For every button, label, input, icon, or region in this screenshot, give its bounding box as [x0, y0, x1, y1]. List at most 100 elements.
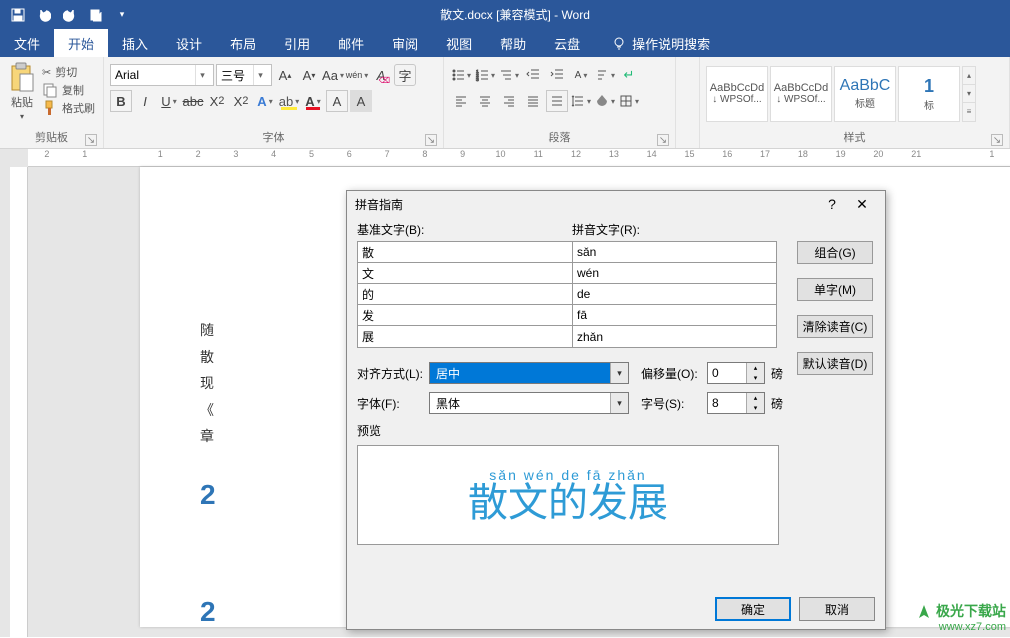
highlight-button[interactable]: ab: [278, 90, 300, 112]
align-right-button[interactable]: [498, 90, 520, 112]
clipboard-launcher-icon[interactable]: ↘: [85, 134, 97, 146]
bold-button[interactable]: B: [110, 90, 132, 112]
tab-home[interactable]: 开始: [54, 29, 108, 57]
phonetic-guide-button[interactable]: wén: [346, 64, 368, 86]
clear-format-button[interactable]: A⌫: [370, 64, 392, 86]
show-marks-button[interactable]: ↵: [618, 64, 640, 86]
ruler-vertical[interactable]: [10, 167, 28, 637]
ruby-cell[interactable]: wén: [573, 263, 776, 284]
single-button[interactable]: 单字(M): [797, 278, 873, 301]
align-justify-button[interactable]: [522, 90, 544, 112]
redo-icon[interactable]: [58, 3, 82, 27]
style-item[interactable]: AaBbC标题: [834, 66, 896, 122]
style-item[interactable]: AaBbCcDd↓ WPSOf...: [706, 66, 768, 122]
paste-button[interactable]: 粘贴 ▾: [6, 60, 38, 127]
ruby-cell[interactable]: sǎn: [573, 242, 776, 263]
strike-button[interactable]: abc: [182, 90, 204, 112]
offset-spinner[interactable]: ▴▾: [707, 362, 765, 384]
text-direction-button[interactable]: A: [570, 64, 592, 86]
tab-insert[interactable]: 插入: [108, 29, 162, 57]
base-cell[interactable]: 的: [358, 284, 573, 305]
tab-help[interactable]: 帮助: [486, 29, 540, 57]
align-distribute-button[interactable]: [546, 90, 568, 112]
char-border-button[interactable]: A: [326, 90, 348, 112]
cut-button[interactable]: ✂剪切: [42, 64, 95, 80]
group-paragraph: 123 A ↵ 段落↘: [444, 57, 676, 148]
ruler-horizontal[interactable]: 2112345678910111213141516171819202112345…: [28, 149, 1010, 167]
subscript-button[interactable]: X2: [206, 90, 228, 112]
text-effect-button[interactable]: A: [254, 90, 276, 112]
base-cell[interactable]: 文: [358, 263, 573, 284]
cancel-button[interactable]: 取消: [799, 597, 875, 621]
font-combo[interactable]: 黑体▾: [429, 392, 629, 414]
style-item[interactable]: 1标: [898, 66, 960, 122]
ruby-cell[interactable]: fā: [573, 305, 776, 326]
tab-review[interactable]: 审阅: [378, 29, 432, 57]
phonetic-guide-dialog: 拼音指南 ? ✕ 基准文字(B): 拼音文字(R): 散sǎn 文wén 的de…: [346, 190, 886, 630]
superscript-button[interactable]: X2: [230, 90, 252, 112]
align-combo[interactable]: 居中▾: [429, 362, 629, 384]
align-left-button[interactable]: [450, 90, 472, 112]
tell-me-search[interactable]: 操作说明搜索: [598, 29, 724, 57]
align-center-button[interactable]: [474, 90, 496, 112]
sort-button[interactable]: [594, 64, 616, 86]
styles-launcher-icon[interactable]: ↘: [991, 134, 1003, 146]
format-painter-button[interactable]: 格式刷: [42, 100, 95, 116]
style-gallery-spinner[interactable]: ▴▾≡: [962, 66, 976, 122]
brush-icon: [42, 100, 58, 116]
phonetic-table: 散sǎn 文wén 的de 发fā 展zhǎn: [357, 241, 777, 348]
qa-dropdown-icon[interactable]: ▾: [110, 3, 134, 27]
italic-button[interactable]: I: [134, 90, 156, 112]
shading-button[interactable]: [594, 90, 616, 112]
font-launcher-icon[interactable]: ↘: [425, 134, 437, 146]
copy-button[interactable]: 复制: [42, 82, 95, 98]
size-spinner[interactable]: ▴▾: [707, 392, 765, 414]
ruby-cell[interactable]: de: [573, 284, 776, 305]
font-size-combo[interactable]: ▾: [216, 64, 272, 86]
enclose-char-button[interactable]: 字: [394, 64, 416, 86]
underline-button[interactable]: U: [158, 90, 180, 112]
tab-references[interactable]: 引用: [270, 29, 324, 57]
font-name-combo[interactable]: ▾: [110, 64, 214, 86]
ribbon: 粘贴 ▾ ✂剪切 复制 格式刷 剪贴板↘ ▾ ▾ A▴ A▾ Aa wén A⌫…: [0, 57, 1010, 149]
borders-button[interactable]: [618, 90, 640, 112]
clear-reading-button[interactable]: 清除读音(C): [797, 315, 873, 338]
dialog-titlebar[interactable]: 拼音指南 ? ✕: [347, 191, 885, 217]
base-cell[interactable]: 发: [358, 305, 573, 326]
grow-font-button[interactable]: A▴: [274, 64, 296, 86]
tab-mail[interactable]: 邮件: [324, 29, 378, 57]
style-item[interactable]: AaBbCcDd↓ WPSOf...: [770, 66, 832, 122]
ok-button[interactable]: 确定: [715, 597, 791, 621]
line-spacing-button[interactable]: [570, 90, 592, 112]
indent-button[interactable]: [546, 64, 568, 86]
undo-icon[interactable]: [32, 3, 56, 27]
bullets-button[interactable]: [450, 64, 472, 86]
tell-me-label: 操作说明搜索: [632, 34, 710, 53]
font-color-button[interactable]: A: [302, 90, 324, 112]
paragraph-launcher-icon[interactable]: ↘: [657, 134, 669, 146]
tab-design[interactable]: 设计: [162, 29, 216, 57]
ruby-cell[interactable]: zhǎn: [573, 326, 776, 347]
base-text-label: 基准文字(B):: [357, 221, 572, 238]
tab-file[interactable]: 文件: [0, 29, 54, 57]
group-button[interactable]: 组合(G): [797, 241, 873, 264]
change-case-button[interactable]: Aa: [322, 64, 344, 86]
tab-cloud[interactable]: 云盘: [540, 29, 594, 57]
multilevel-button[interactable]: [498, 64, 520, 86]
close-button[interactable]: ✕: [847, 196, 877, 213]
scissors-icon: ✂: [42, 66, 51, 79]
outdent-button[interactable]: [522, 64, 544, 86]
qa-more-icon[interactable]: [84, 3, 108, 27]
save-icon[interactable]: [6, 3, 30, 27]
base-cell[interactable]: 散: [358, 242, 573, 263]
char-shading-button[interactable]: A: [350, 90, 372, 112]
tab-view[interactable]: 视图: [432, 29, 486, 57]
base-cell[interactable]: 展: [358, 326, 573, 347]
tab-layout[interactable]: 布局: [216, 29, 270, 57]
watermark: 极光下载站 www.xz7.com: [916, 601, 1006, 633]
shrink-font-button[interactable]: A▾: [298, 64, 320, 86]
help-button[interactable]: ?: [817, 196, 847, 212]
default-reading-button[interactable]: 默认读音(D): [797, 352, 873, 375]
numbering-button[interactable]: 123: [474, 64, 496, 86]
ruby-text-label: 拼音文字(R):: [572, 221, 640, 238]
